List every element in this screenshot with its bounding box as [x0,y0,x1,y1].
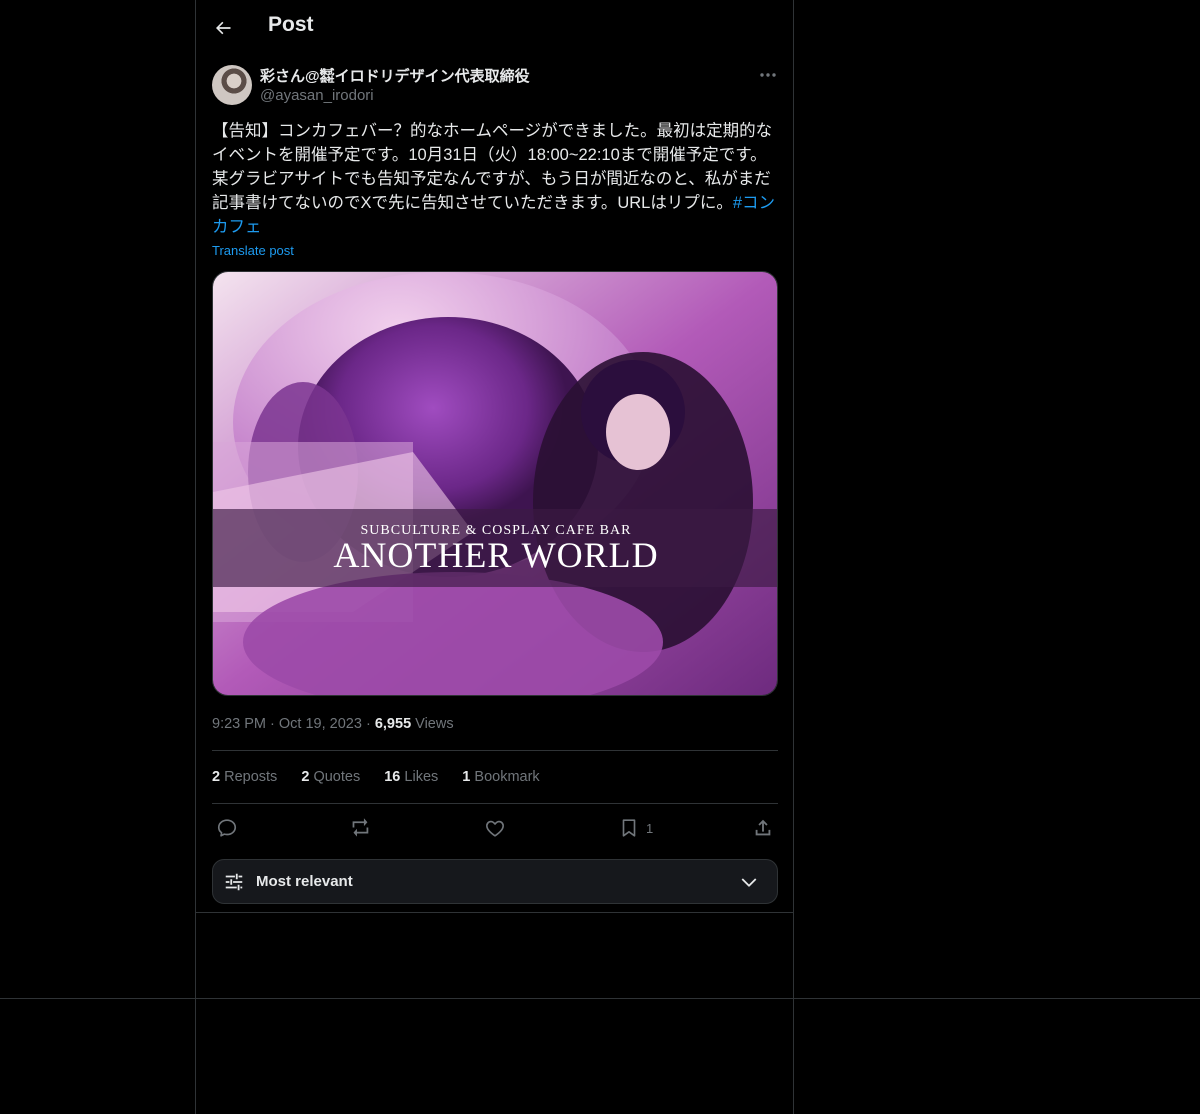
back-button[interactable] [206,11,240,45]
likes-stat[interactable]: 16 Likes [384,769,438,785]
image-title: ANOTHER WORLD [333,535,658,575]
repost-button[interactable] [350,814,372,842]
author-handle[interactable]: @ayasan_irodori [260,87,374,104]
post-text: 【告知】コンカフェバー？的なホームページができました。最初は定期的なイベントを開… [212,119,778,239]
translate-post-link[interactable]: Translate post [212,243,294,258]
share-icon [755,819,771,836]
quotes-stat[interactable]: 2 Quotes [301,769,360,785]
post-image[interactable]: SUBCULTURE & COSPLAY CAFE BAR ANOTHER WO… [212,271,778,696]
meta-separator-2: · [365,716,371,732]
column-divider [196,912,793,913]
like-button[interactable] [484,814,506,842]
avatar[interactable] [212,65,252,105]
bookmarks-stat[interactable]: 1 Bookmark [462,769,539,785]
views-label: Views [415,716,454,732]
reposts-stat[interactable]: 2 Reposts [212,769,277,785]
post-time[interactable]: 9:23 PM [212,716,266,732]
sort-label: Most relevant [256,873,353,890]
post-body: 【告知】コンカフェバー？的なホームページができました。最初は定期的なイベントを開… [212,122,773,212]
divider-stats-bottom [212,803,778,804]
page: Post 彩さん@㍿イロドリデザイン代表取締役 @ayasan_irodori … [0,0,1200,1114]
views-count: 6,955 [374,716,412,732]
reply-icon [217,819,237,837]
share-button[interactable] [752,814,774,842]
chevron-down-icon [741,878,757,887]
arrow-left-icon [216,21,231,35]
bookmark-icon [622,819,636,837]
section-divider [0,998,1200,999]
meta-separator: · [270,716,275,732]
post-stats: 2 Reposts 2 Quotes 16 Likes 1 Bookmark [212,769,560,785]
reply-button[interactable] [216,814,238,842]
repost-icon [352,818,369,837]
bookmark-count: 1 [646,820,654,836]
more-horizontal-icon [760,73,776,77]
bookmark-button[interactable]: 1 [618,814,653,842]
divider-stats-top [212,750,778,751]
page-title: Post [268,13,314,36]
post-date[interactable]: Oct 19, 2023 [279,716,362,732]
more-options-button[interactable] [756,64,780,86]
post-image-graphic: SUBCULTURE & COSPLAY CAFE BAR ANOTHER WO… [213,272,777,695]
sliders-icon [225,873,243,891]
sort-replies-dropdown[interactable]: Most relevant [212,859,778,904]
author-display-name[interactable]: 彩さん@㍿イロドリデザイン代表取締役 [260,65,530,86]
heart-icon [486,820,504,837]
post-meta: 9:23 PM · Oct 19, 2023 · 6,955 Views [212,716,454,732]
